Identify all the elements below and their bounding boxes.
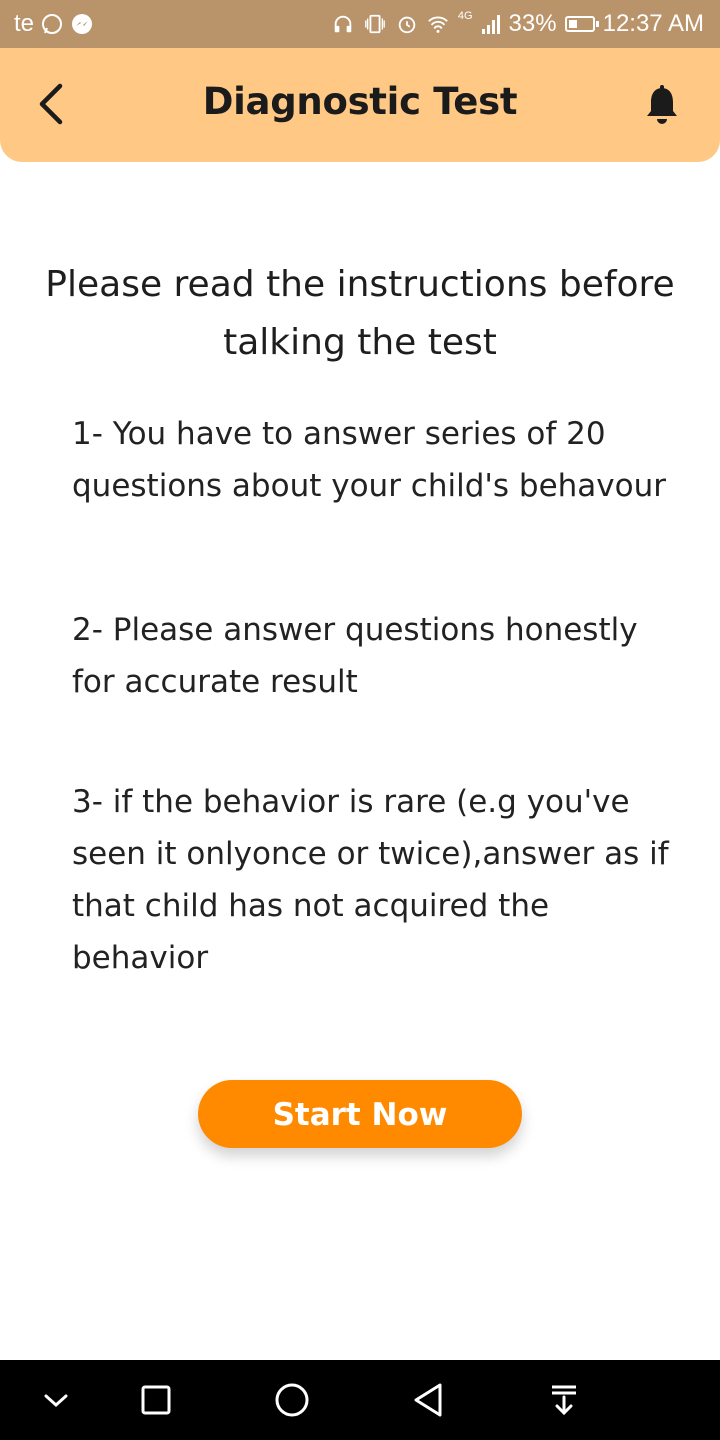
bell-icon [647,85,677,124]
clock: 12:37 AM [602,10,704,37]
back-button[interactable] [26,76,76,132]
nav-home-button[interactable] [270,1378,314,1422]
page-title: Diagnostic Test [202,80,518,123]
network-type: 4G [457,10,473,22]
status-right: 4G 33% 12:37 AM [332,10,704,38]
battery-percent: 33% [508,10,557,37]
instruction-item-1: 1- You have to answer series of 20 quest… [72,416,667,504]
chevron-down-icon [44,1394,68,1408]
nav-collapse-button[interactable] [34,1378,78,1422]
status-left: te [14,10,94,38]
status-bar: te 4G 33% 12:37 AM [0,0,720,48]
headphones-icon [334,15,352,33]
signal-icon [481,15,500,34]
nav-recents-button[interactable] [134,1378,178,1422]
nav-notifications-button[interactable] [542,1378,586,1422]
battery-icon [564,16,599,32]
square-icon [141,1385,171,1415]
messenger-icon [72,14,93,34]
vibrate-icon [365,14,385,34]
carrier-text: te [14,10,35,37]
wifi-icon [428,16,448,33]
notification-button[interactable] [642,84,682,128]
instructions-heading: Please read the instructions before talk… [45,264,675,363]
nav-back-button[interactable] [406,1378,450,1422]
triangle-back-icon [414,1383,442,1417]
instruction-item-3: 3- if the behavior is rare (e.g you've s… [72,784,669,976]
alarm-icon [398,16,416,34]
download-icon [552,1385,576,1416]
start-now-button[interactable]: Start Now [198,1080,522,1148]
chevron-left-icon [39,83,63,125]
app-bar: Diagnostic Test [0,48,720,162]
circle-icon [275,1383,309,1417]
whatsapp-icon [42,14,63,34]
instruction-item-2: 2- Please answer questions honestly for … [72,612,638,700]
system-nav-bar [0,1360,720,1440]
